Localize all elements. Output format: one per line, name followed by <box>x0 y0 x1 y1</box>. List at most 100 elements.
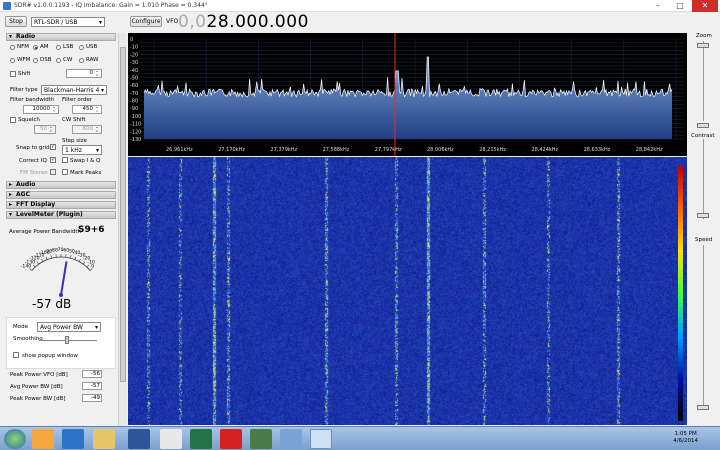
spectrum-plot[interactable]: 0 -10-20 -30 -40-50 -60 -70 -80-90 -100 -110-120… <box>128 33 715 156</box>
stop-button[interactable]: Stop <box>5 16 27 27</box>
mode-label-nfm: NFM <box>17 44 30 50</box>
cw-shift-label: CW Shift <box>62 117 86 123</box>
clock-date: 4/6/2014 <box>673 438 698 444</box>
close-icon[interactable]: ✕ <box>692 0 718 12</box>
spectrum-x-tick-label: 28,215kHz <box>479 147 506 153</box>
squelch-checkbox[interactable] <box>10 117 16 123</box>
mark-peaks-checkbox[interactable] <box>62 169 68 175</box>
spectrum-x-tick-label: 27,379kHz <box>270 147 297 153</box>
mode-radio-cw[interactable] <box>56 58 61 63</box>
spectrum-y-tick-label: -70 <box>130 91 138 97</box>
spectrum-x-tick-label: 27,797kHz <box>375 147 402 153</box>
ie-icon[interactable] <box>62 429 84 449</box>
vfo-leading-digits: 0,0 <box>178 12 207 32</box>
source-select[interactable]: RTL-SDR / USB <box>31 17 105 27</box>
waterfall-display[interactable] <box>128 157 687 425</box>
sdr-taskbar-icon[interactable] <box>310 429 332 449</box>
folder-icon[interactable] <box>93 429 115 449</box>
zoom-slider[interactable] <box>697 43 709 48</box>
spectrum-x-tick-label: 28,006kHz <box>427 147 454 153</box>
step-size-select[interactable]: 1 kHz <box>62 145 102 155</box>
left-panel-scrollbar[interactable] <box>118 33 126 426</box>
mode-radio-nfm[interactable] <box>10 45 15 50</box>
waterfall-canvas[interactable] <box>128 157 687 425</box>
outlook-icon[interactable] <box>32 429 54 449</box>
peak-vfo-value: -56 <box>82 370 102 378</box>
gauge-needle <box>60 261 68 296</box>
mode-label: Mode <box>13 324 28 330</box>
contrast-track <box>703 139 704 219</box>
shift-checkbox[interactable] <box>10 71 16 77</box>
spectrum-y-tick-label: -90 <box>130 106 138 112</box>
right-panel: Zoom Contrast Speed <box>678 33 720 426</box>
avg-bw-value: -57 <box>82 382 102 390</box>
spectrum-x-tick-label: 28,424kHz <box>531 147 558 153</box>
fm-stereo-label: FM Stereo <box>20 170 48 176</box>
snap-to-grid-checkbox[interactable]: ✓ <box>50 144 56 150</box>
radio-section-header[interactable]: Radio <box>6 33 116 41</box>
excel-icon[interactable] <box>190 429 212 449</box>
configure-button[interactable]: Configure <box>130 16 162 27</box>
db-reading: -57 dB <box>32 297 72 311</box>
meter-mode-select[interactable]: Avg Power BW <box>37 322 101 332</box>
mode-label-raw: RAW <box>86 57 99 63</box>
fft-display-section-header[interactable]: FFT Display <box>6 201 116 209</box>
mode-radio-wfm[interactable] <box>10 58 15 63</box>
spectrum-y-tick-label: -10 <box>130 45 138 51</box>
level-gauge: -140-130-120-110-100-90-80-70-60-50-40-3… <box>21 247 95 297</box>
audio-section-header[interactable]: Audio <box>6 181 116 189</box>
contrast-slider[interactable] <box>697 123 709 128</box>
app-icon-2[interactable] <box>160 429 182 449</box>
cw-shift-input[interactable]: 600 <box>72 125 102 134</box>
peak-bw-value: -49 <box>82 394 102 402</box>
window-title: SDR# v1.0.0.1193 - IQ Imbalance: Gain = … <box>14 2 208 9</box>
spectrum-x-tick-label: 28,633kHz <box>584 147 611 153</box>
popup-window-label: show popup window <box>22 353 78 359</box>
spectrum-y-tick-label: 0 <box>130 37 133 43</box>
filter-order-input[interactable]: 450 <box>72 105 102 114</box>
filter-bandwidth-input[interactable]: 10000 <box>23 105 59 114</box>
scroll-thumb[interactable] <box>120 47 126 382</box>
spectrum-x-tick-label: 26,961kHz <box>166 147 193 153</box>
spectrum-fill <box>144 57 672 139</box>
correct-iq-label: Correct IQ <box>19 158 47 164</box>
app-icon-4[interactable] <box>250 429 272 449</box>
spectrum-y-tick-label: -20 <box>130 52 138 58</box>
word-icon[interactable] <box>128 429 150 449</box>
filter-type-select[interactable]: Blackman-Harris 4 <box>41 85 107 95</box>
spectrum-display[interactable]: 0 -10 -20 -30 -40 -50 -60 -70 -80 -90 -100 -110 -120… <box>128 33 715 156</box>
vfo-frequency[interactable]: 0,028.000.000 <box>178 12 309 32</box>
mode-radio-lsb[interactable] <box>56 45 61 50</box>
smoothing-slider[interactable] <box>65 336 69 344</box>
app-icon-3[interactable] <box>220 429 242 449</box>
swap-iq-checkbox[interactable] <box>62 157 68 163</box>
start-icon[interactable] <box>4 429 26 449</box>
speed-slider[interactable] <box>697 405 709 410</box>
mode-label-dsb: DSB <box>40 57 52 63</box>
clock: 1:05 PM 4/6/2014 <box>673 431 698 445</box>
levelmeter-section-header[interactable]: LevelMeter (Plugin) <box>6 211 116 219</box>
shift-input[interactable]: 0 <box>66 69 102 78</box>
spectrum-y-tick-label: -40 <box>130 68 138 74</box>
swap-iq-label: Swap I & Q <box>70 158 101 164</box>
mode-radio-dsb[interactable] <box>33 58 38 63</box>
mode-radio-am[interactable] <box>33 45 38 50</box>
mode-label-cw: CW <box>63 57 73 63</box>
filter-bandwidth-label: Filter bandwidth <box>10 97 55 103</box>
squelch-input[interactable]: 50 <box>34 125 56 134</box>
mode-label-am: AM <box>40 44 49 50</box>
correct-iq-checkbox[interactable]: ✓ <box>50 157 56 163</box>
mode-radio-usb[interactable] <box>79 45 84 50</box>
fm-stereo-checkbox[interactable] <box>50 169 56 175</box>
maximize-icon[interactable]: □ <box>670 0 690 12</box>
agc-section-header[interactable]: AGC <box>6 191 116 199</box>
clock-time: 1:05 PM <box>674 431 697 437</box>
app-icon-5[interactable] <box>280 429 302 449</box>
mode-radio-raw[interactable] <box>79 58 84 63</box>
popup-window-checkbox[interactable] <box>13 352 19 358</box>
filter-order-label: Filter order <box>62 97 93 103</box>
speed-track <box>703 245 704 405</box>
spectrum-y-tick-label: -60 <box>130 83 138 89</box>
contrast-slider-2[interactable] <box>697 213 709 218</box>
minimize-icon[interactable]: – <box>648 0 668 12</box>
